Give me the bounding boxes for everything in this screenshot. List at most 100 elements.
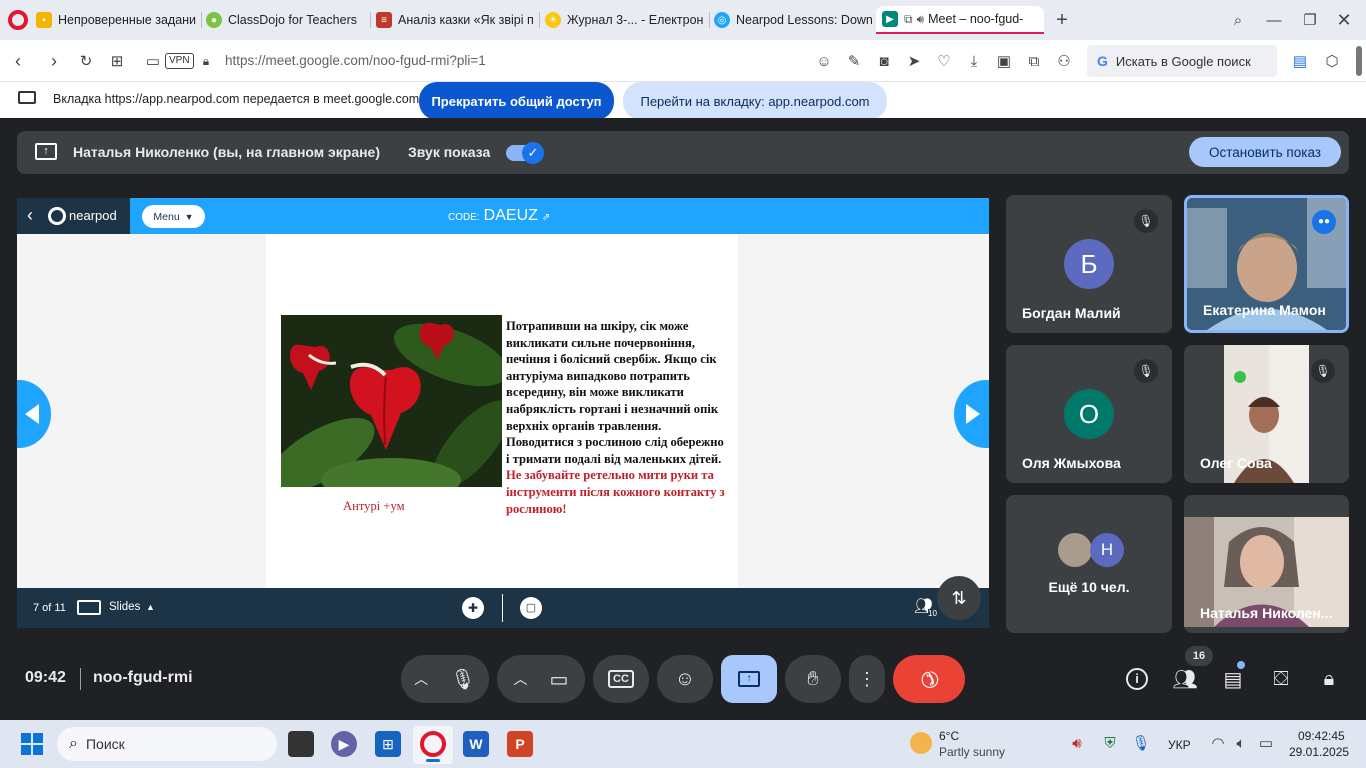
stop-sharing-button[interactable]: Прекратить общий доступ [419, 82, 614, 120]
present-now-button[interactable]: ↑ [721, 655, 777, 703]
extensions-icon[interactable]: ⧉ [1024, 51, 1044, 71]
powerpoint-icon[interactable]: P [507, 731, 533, 757]
edit-icon[interactable]: ✎ [844, 51, 864, 71]
mic-tray-icon[interactable]: 🎙︎ [1131, 733, 1151, 753]
weather-icon[interactable] [910, 732, 932, 754]
slides-icon[interactable] [77, 600, 101, 615]
opera-logo-icon[interactable] [8, 10, 28, 30]
word-icon[interactable]: W [463, 731, 489, 757]
next-slide-button[interactable] [954, 380, 989, 448]
stop-presenting-button[interactable]: Остановить показ [1189, 137, 1341, 167]
meeting-details-button[interactable]: i [1117, 655, 1157, 703]
caret-down-icon: ▼ [184, 211, 194, 222]
windows-start-icon[interactable] [21, 733, 43, 755]
mic-off-icon: 🎙︎ [1134, 359, 1158, 383]
search-tabs-icon[interactable]: ⌕ [1228, 10, 1248, 30]
taskbar-search[interactable]: ⌕ Поиск [57, 727, 277, 761]
battery-icon[interactable]: ▭ [1256, 733, 1276, 753]
go-to-tab-button[interactable]: Перейти на вкладку: app.nearpod.com [623, 82, 887, 120]
leave-call-button[interactable]: ✆ [893, 655, 965, 703]
profile-icon[interactable]: ⚇ [1054, 51, 1074, 71]
language-indicator[interactable]: УКР [1168, 738, 1191, 752]
wifi-icon[interactable]: ◠ [1208, 733, 1228, 753]
tab-label: ClassDojo for Teachers [228, 13, 357, 27]
participant-tile-self[interactable]: Наталья Николен... [1184, 495, 1349, 633]
camera-icon[interactable]: ◙ [874, 51, 894, 71]
store-icon[interactable]: ⊞ [375, 731, 401, 757]
clock-date[interactable]: 29.01.2025 [1289, 745, 1349, 759]
participant-tile[interactable]: Б 🎙︎ Богдан Малий [1006, 195, 1172, 333]
participant-tile-active-speaker[interactable]: ●● Екатерина Мамон [1184, 195, 1349, 333]
participant-name: Екатерина Мамон [1203, 302, 1326, 318]
pip-icon[interactable]: ⧉ [904, 12, 913, 27]
volume-icon[interactable]: 🔈︎ [1231, 733, 1251, 753]
back-arrow-icon[interactable]: ‹ [27, 205, 33, 226]
participant-tile[interactable]: О 🎙︎ Оля Жмыхова [1006, 345, 1172, 483]
vpn-badge[interactable]: VPN [165, 53, 194, 69]
sun-icon: ☀ [545, 12, 561, 28]
microphone-icon[interactable]: 🎙︎ [450, 667, 475, 692]
tab-classroom[interactable]: ▪ Непроверенные задания [36, 6, 196, 34]
menu-button[interactable]: Menu ▼ [142, 205, 205, 228]
captions-button[interactable]: CC [593, 655, 649, 703]
heart-icon[interactable]: ♡ [934, 51, 954, 71]
task-view-icon[interactable] [288, 731, 314, 757]
hang-up-icon: ✆ [913, 663, 945, 695]
forward-icon[interactable]: › [44, 51, 64, 71]
back-icon[interactable]: ‹ [8, 51, 28, 71]
expand-toggle-button[interactable]: ⇅ [937, 576, 981, 620]
url-field[interactable]: https://meet.google.com/noo-fgud-rmi?pli… [225, 53, 486, 68]
media-icon[interactable]: ▣ [994, 51, 1014, 71]
emoji-reactions-button[interactable]: ☺ [657, 655, 713, 703]
google-search-box[interactable]: G Искать в Google поиск [1087, 45, 1277, 77]
tab-analysis[interactable]: ≡ Аналіз казки «Як звірі пр [376, 6, 534, 34]
lock-icon[interactable]: 🔒︎ [198, 51, 214, 71]
chat-icon: ▤ [1223, 668, 1243, 691]
emoji-icon[interactable]: ☺ [814, 51, 834, 71]
volume-alert-icon[interactable]: 🔊︎ [1067, 733, 1087, 753]
cube-icon[interactable]: ⬡ [1322, 51, 1342, 71]
weather-temp[interactable]: 6°C [939, 729, 959, 743]
snapshot-icon[interactable]: ▭ [143, 51, 163, 71]
previous-slide-button[interactable] [17, 380, 51, 448]
audio-toggle[interactable]: ✓ [506, 142, 544, 164]
chat-button[interactable]: ▤ [1213, 655, 1253, 703]
security-icon[interactable]: ⛨ [1100, 733, 1120, 753]
minimize-icon[interactable]: — [1264, 10, 1284, 30]
slides-label[interactable]: Slides [109, 601, 140, 613]
new-tab-icon[interactable]: + [1052, 9, 1072, 31]
scrollbar[interactable] [1356, 46, 1362, 76]
opera-icon[interactable] [420, 731, 446, 757]
tabs-grid-icon[interactable]: ⊞ [107, 51, 127, 71]
tab-meet[interactable]: ▶ ⧉ 🔊︎ Meet – noo-fgud- [876, 6, 1044, 34]
video-options-icon[interactable]: ︿ [514, 669, 528, 689]
host-controls-button[interactable]: 🔒︎ [1309, 655, 1349, 703]
tab-classdojo[interactable]: ● ClassDojo for Teachers [206, 6, 366, 34]
participant-name: Богдан Малий [1022, 305, 1121, 321]
tab-separator [201, 12, 202, 28]
weather-desc[interactable]: Partly sunny [939, 745, 1005, 759]
audio-options-icon[interactable]: ︿ [414, 669, 428, 689]
send-icon[interactable]: ➤ [904, 51, 924, 71]
close-window-icon[interactable]: ✕ [1334, 10, 1354, 30]
download-icon[interactable]: ⤓ [964, 51, 984, 71]
camera-icon[interactable]: ▭ [550, 667, 569, 692]
external-link-icon[interactable]: ⇗ [542, 212, 550, 223]
sidebar-panel-icon[interactable]: ▤ [1290, 51, 1310, 71]
speaker-icon[interactable]: 🔊︎ [917, 12, 925, 27]
teams-icon[interactable]: ▶ [331, 731, 357, 757]
more-options-button[interactable]: ⋮ [849, 655, 885, 703]
raise-hand-button[interactable]: ✋︎ [785, 655, 841, 703]
activities-button[interactable]: ⛋ [1261, 655, 1301, 703]
clock-time[interactable]: 09:42:45 [1298, 729, 1345, 743]
tab-nearpod[interactable]: ◎ Nearpod Lessons: Downlo [714, 6, 872, 34]
activity-icon[interactable]: ✚ [462, 597, 484, 619]
reload-icon[interactable]: ↻ [76, 51, 96, 71]
tab-journal[interactable]: ☀ Журнал 3-... - Електронні [545, 6, 703, 34]
participant-tile[interactable]: 🎙︎ Олег Сова [1184, 345, 1349, 483]
bookmark-icon[interactable]: ▢ [520, 597, 542, 619]
search-icon: ⌕ [69, 735, 78, 752]
caret-up-icon[interactable]: ▲ [146, 602, 155, 612]
more-participants-tile[interactable]: Н Ещё 10 чел. [1006, 495, 1172, 633]
restore-icon[interactable]: ❐ [1300, 10, 1320, 30]
